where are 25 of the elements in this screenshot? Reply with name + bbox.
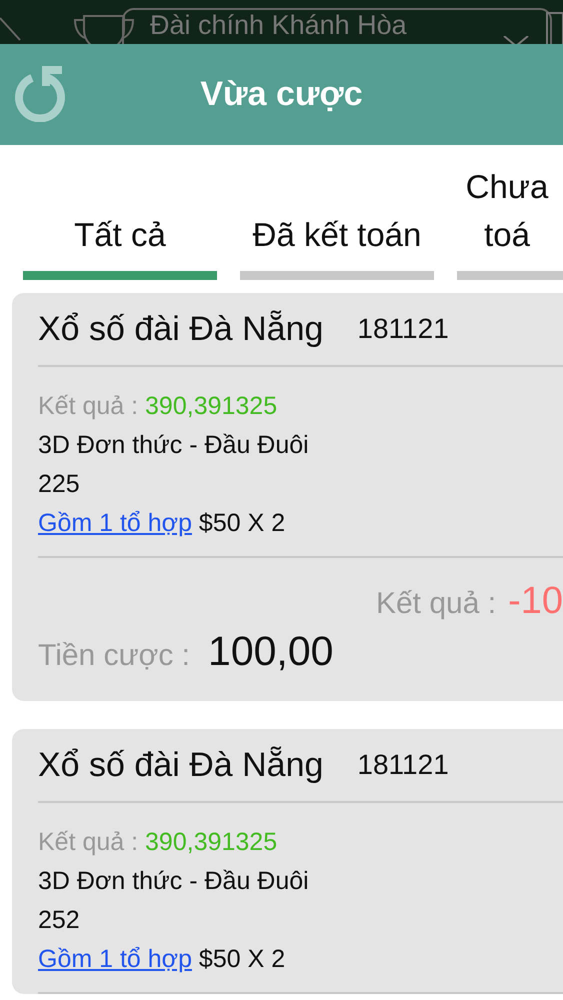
chevron-down-icon[interactable] xyxy=(502,36,530,44)
period-number: 181121 xyxy=(357,313,449,345)
period-number: 181121 xyxy=(357,749,449,781)
lottery-title: Xổ số đài Đà Nẵng xyxy=(38,310,324,348)
bet-number: 252 xyxy=(38,905,81,936)
win-amount: -10 xyxy=(508,580,563,623)
bet-type: 3D Đơn thức - Đầu Đuôi xyxy=(38,430,310,461)
lottery-title: Xổ số đài Đà Nẵng xyxy=(38,746,324,784)
stake-amount: 100,00 xyxy=(208,628,334,675)
bet-type: 3D Đơn thức - Đầu Đuôi xyxy=(38,866,310,897)
tab[interactable]: Đã kết toán xyxy=(240,211,434,259)
stake-label: Tiền cược : xyxy=(38,639,190,673)
result-numbers: 390,391325 xyxy=(145,828,278,856)
tab[interactable]: Chưa toá xyxy=(457,163,557,259)
result-label: Kết quả : xyxy=(38,828,138,856)
result-numbers: 390,391325 xyxy=(145,392,278,420)
win-label: Kết quả : xyxy=(376,587,496,621)
stake-detail: $50 X 2 xyxy=(198,945,286,973)
combination-link[interactable]: Gồm 1 tổ hợp xyxy=(38,509,192,537)
header-title: Vừa cược xyxy=(200,75,363,114)
tab[interactable]: Tất cả xyxy=(23,211,217,259)
stake-detail: $50 X 2 xyxy=(198,509,286,537)
bet-number: 225 xyxy=(38,469,81,500)
combination-link[interactable]: Gồm 1 tổ hợp xyxy=(38,945,192,973)
result-label: Kết quả : xyxy=(38,392,138,420)
